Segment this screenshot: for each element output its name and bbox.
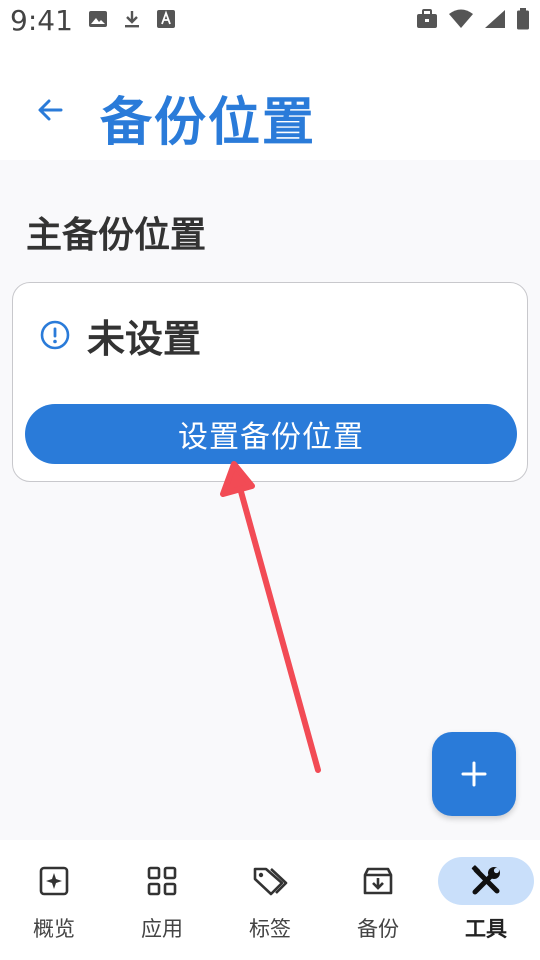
plus-icon <box>461 761 487 787</box>
download-notification-icon <box>125 11 139 28</box>
back-button[interactable] <box>28 88 72 132</box>
tools-icon <box>471 865 500 895</box>
status-text: 未设置 <box>87 316 202 361</box>
backup-archive-icon <box>363 867 393 895</box>
nav-item-tools[interactable]: 工具 <box>432 840 540 960</box>
nav-label-tools: 工具 <box>465 917 507 941</box>
status-bar: 9:41 <box>0 0 540 44</box>
nav-label-tags: 标签 <box>249 917 291 941</box>
overview-icon <box>39 866 69 896</box>
nav-item-overview[interactable]: 概览 <box>0 840 108 960</box>
page-title: 备份位置 <box>100 93 317 153</box>
wifi-icon <box>449 9 473 28</box>
work-briefcase-icon <box>417 9 437 28</box>
add-fab-button[interactable] <box>432 732 516 816</box>
app-bar: 备份位置 <box>0 44 540 160</box>
status-row: 未设置 <box>39 309 201 361</box>
info-alert-icon <box>40 320 70 350</box>
nav-label-overview: 概览 <box>33 917 75 941</box>
primary-backup-card: 未设置 设置备份位置 <box>12 282 528 482</box>
nav-item-backup[interactable]: 备份 <box>324 840 432 960</box>
nav-item-tags[interactable]: 标签 <box>216 840 324 960</box>
section-title: 主备份位置 <box>26 215 207 256</box>
battery-icon <box>517 8 529 30</box>
tags-icon <box>253 867 288 896</box>
set-backup-location-button[interactable]: 设置备份位置 <box>25 404 517 464</box>
nav-item-apps[interactable]: 应用 <box>108 840 216 960</box>
bottom-navigation: 概览 应用 标签 备份 工具 <box>0 840 540 960</box>
apps-grid-icon <box>147 866 177 896</box>
arrow-back-icon <box>38 99 63 121</box>
status-time: 9:41 <box>10 4 73 37</box>
nav-label-apps: 应用 <box>141 917 183 941</box>
nav-label-backup: 备份 <box>357 917 399 941</box>
font-notification-icon <box>157 10 175 28</box>
cellular-signal-icon <box>485 10 505 28</box>
image-notification-icon <box>89 11 107 27</box>
